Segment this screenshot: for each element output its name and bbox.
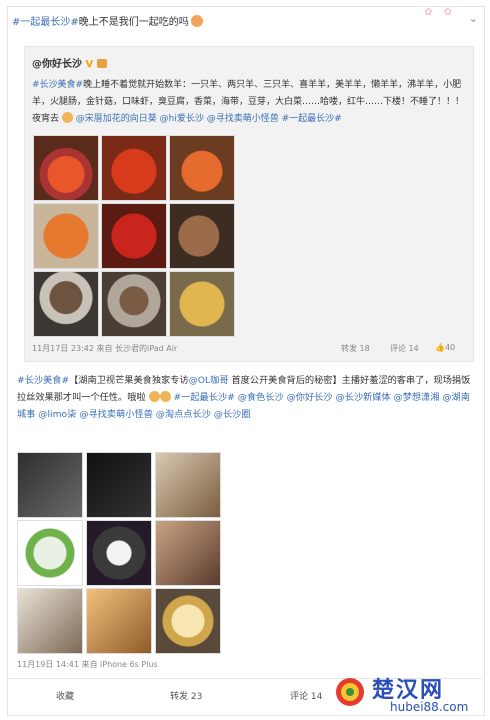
repost-button[interactable]: 转发 23 bbox=[170, 689, 202, 702]
emoji-icon bbox=[61, 112, 73, 123]
post-body: #长沙美食#晚上睡不着觉就开始数羊：一只羊、两只羊、三只羊、喜羊羊，美羊羊，懒羊… bbox=[32, 80, 465, 124]
food-photo[interactable] bbox=[101, 135, 167, 201]
post2-body: #长沙美食#【湖南卫视芒果美食独家专访@OL咖哥 首度公开美食背后的秘密】主播好… bbox=[17, 375, 471, 420]
tag[interactable]: #一起最长沙# bbox=[282, 114, 342, 124]
tag[interactable]: #一起最长沙# bbox=[173, 392, 234, 403]
tag[interactable]: #长沙美食# bbox=[17, 375, 69, 386]
photo[interactable] bbox=[86, 588, 152, 654]
food-photo[interactable] bbox=[33, 135, 99, 201]
tag[interactable]: #长沙美食# bbox=[32, 80, 83, 90]
food-photo[interactable] bbox=[33, 203, 99, 269]
mention[interactable]: @淘点点长沙 bbox=[156, 409, 211, 420]
comment-count[interactable]: 评论 14 bbox=[390, 343, 419, 354]
photo[interactable] bbox=[155, 520, 221, 586]
decoration: ✿ ✿ bbox=[424, 7, 456, 18]
emoji-icon bbox=[190, 15, 203, 27]
mention[interactable]: @你好长沙 bbox=[287, 392, 333, 403]
emoji-icon bbox=[148, 391, 160, 402]
photo[interactable] bbox=[86, 452, 152, 518]
thumbs-up-icon: 👍 bbox=[435, 343, 445, 352]
post-meta: 11月17日 23:42 来自 长沙君的iPad Air bbox=[32, 344, 178, 353]
mention[interactable]: @食色长沙 bbox=[238, 392, 284, 403]
photo[interactable] bbox=[155, 588, 221, 654]
photo[interactable] bbox=[17, 520, 83, 586]
photo[interactable] bbox=[17, 588, 83, 654]
mention[interactable]: @梦想潇湘 bbox=[394, 392, 440, 403]
mention[interactable]: @limo柒 bbox=[38, 409, 76, 420]
mention[interactable]: @OL咖哥 bbox=[189, 375, 229, 386]
site-logo: 楚汉网 hubei88.com bbox=[332, 670, 490, 720]
photo[interactable] bbox=[155, 452, 221, 518]
reposted-post: @你好长沙 V #长沙美食#晚上睡不着觉就开始数羊：一只羊、两只羊、三只羊、喜羊… bbox=[24, 46, 474, 362]
food-photo[interactable] bbox=[169, 271, 235, 337]
mention[interactable]: @hi爱长沙 bbox=[160, 114, 204, 124]
post1-tag[interactable]: #一起最长沙# bbox=[12, 17, 79, 28]
mention[interactable]: @宋厝加花的向日葵 bbox=[76, 114, 157, 124]
chevron-down-icon[interactable]: ⌄ bbox=[469, 12, 478, 25]
logo-url: hubei88.com bbox=[390, 700, 469, 714]
post2-meta: 11月19日 14:41 来自 iPhone 6s Plus bbox=[17, 660, 158, 669]
logo-icon bbox=[336, 678, 364, 706]
food-photo[interactable] bbox=[101, 203, 167, 269]
like-count[interactable]: 👍40 bbox=[435, 343, 455, 352]
emoji-icon bbox=[159, 391, 171, 402]
mention[interactable]: @长沙圈 bbox=[214, 409, 251, 420]
author[interactable]: @你好长沙 V bbox=[32, 55, 107, 70]
repost-count[interactable]: 转发 18 bbox=[341, 343, 370, 354]
food-photo[interactable] bbox=[169, 135, 235, 201]
collect-button[interactable]: 收藏 bbox=[56, 689, 74, 702]
photo[interactable] bbox=[86, 520, 152, 586]
comment-button[interactable]: 评论 14 bbox=[290, 689, 322, 702]
food-photo[interactable] bbox=[169, 203, 235, 269]
photo[interactable] bbox=[17, 452, 83, 518]
food-photo[interactable] bbox=[101, 271, 167, 337]
verified-icon: V bbox=[85, 59, 94, 70]
food-photo[interactable] bbox=[33, 271, 99, 337]
mention[interactable]: @长沙新媒体 bbox=[335, 392, 390, 403]
mention[interactable]: @寻找卖萌小怪兽 bbox=[79, 409, 153, 420]
mention[interactable]: @寻找卖萌小怪兽 bbox=[207, 114, 279, 124]
post1-line: #一起最长沙#晚上不是我们一起吃的吗 bbox=[12, 13, 203, 28]
post1-text: 晚上不是我们一起吃的吗 bbox=[78, 17, 189, 28]
member-icon bbox=[96, 59, 107, 68]
